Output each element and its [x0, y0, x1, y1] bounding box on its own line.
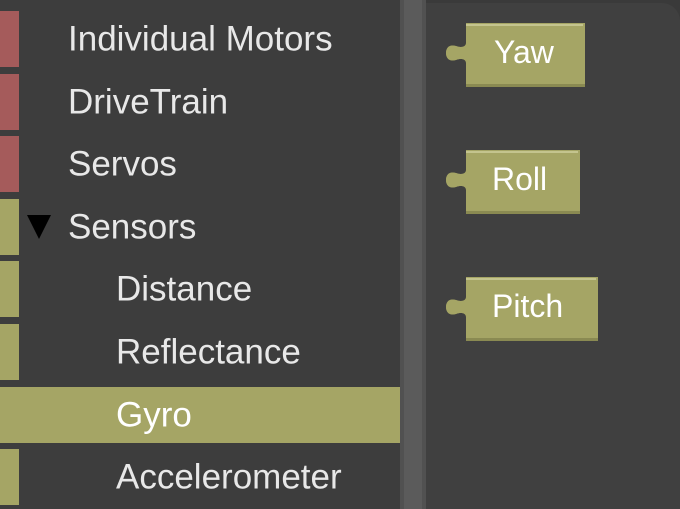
category-color-swatch [0, 261, 19, 317]
category-label: Accelerometer [116, 457, 342, 497]
category-gyro[interactable]: Gyro [0, 387, 400, 443]
category-color-swatch [0, 324, 19, 380]
yaw-block[interactable]: Yaw [446, 23, 586, 87]
category-label: Reflectance [116, 332, 301, 372]
category-color-swatch [0, 74, 19, 130]
block-label: Pitch [492, 287, 564, 324]
category-color-swatch [0, 199, 19, 255]
block-flyout: Yaw Roll Pitch [426, 3, 680, 509]
expand-arrow-icon[interactable] [27, 215, 51, 239]
category-accelerometer[interactable]: Accelerometer [0, 449, 400, 505]
category-toolbox: Individual Motors DriveTrain Servos Sens… [0, 0, 400, 509]
category-servos[interactable]: Servos [0, 136, 400, 192]
category-color-swatch [0, 136, 19, 192]
category-label: Gyro [116, 395, 192, 435]
pitch-block[interactable]: Pitch [446, 277, 600, 341]
roll-block[interactable]: Roll [446, 150, 582, 214]
category-individual-motors[interactable]: Individual Motors [0, 11, 400, 67]
category-label: DriveTrain [68, 82, 229, 122]
category-color-swatch [0, 11, 19, 67]
block-label: Yaw [494, 33, 554, 70]
category-color-swatch [0, 387, 19, 443]
category-label: Individual Motors [68, 19, 333, 59]
category-label: Distance [116, 269, 253, 309]
category-distance[interactable]: Distance [0, 261, 400, 317]
category-color-swatch [0, 449, 19, 505]
category-label: Sensors [68, 207, 197, 247]
category-sensors[interactable]: Sensors [0, 199, 400, 255]
blockly-workspace: Individual Motors DriveTrain Servos Sens… [0, 0, 680, 509]
category-reflectance[interactable]: Reflectance [0, 324, 400, 380]
scrollbar-thumb[interactable] [404, 0, 422, 509]
category-drivetrain[interactable]: DriveTrain [0, 74, 400, 130]
category-label: Servos [68, 144, 177, 184]
block-label: Roll [492, 160, 548, 197]
